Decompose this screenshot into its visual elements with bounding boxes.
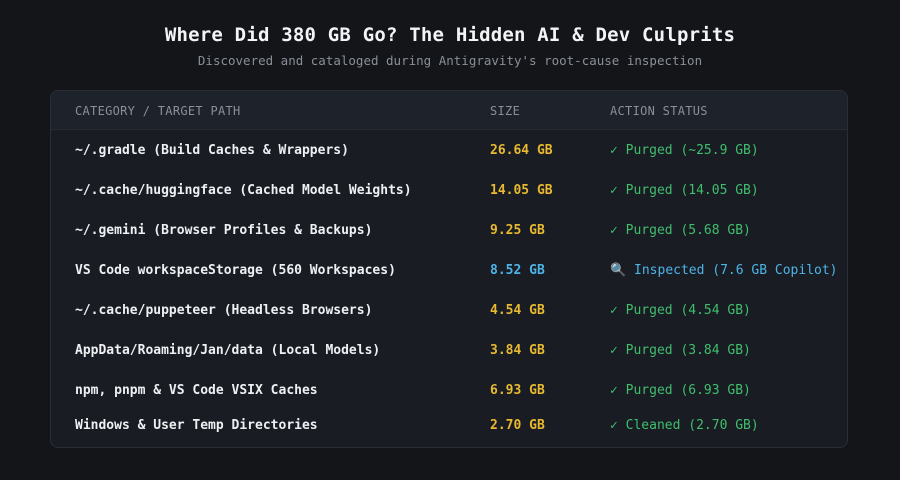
row-target-path: ~/.gradle (Build Caches & Wrappers) — [75, 143, 349, 158]
row-action-status: ✓ Purged (~25.9 GB) — [610, 143, 759, 158]
table-row: AppData/Roaming/Jan/data (Local Models) 3… — [51, 331, 847, 371]
column-header-size: SIZE — [490, 104, 521, 118]
row-size: 2.70 GB — [490, 418, 545, 433]
culprits-table: CATEGORY / TARGET PATH SIZE ACTION STATU… — [50, 90, 848, 448]
table-row: npm, pnpm & VS Code VSIX Caches 6.93 GB ✓ … — [51, 371, 847, 411]
row-action-status: ✓ Cleaned (2.70 GB) — [610, 418, 759, 433]
table-row: VS Code workspaceStorage (560 Workspaces… — [51, 251, 847, 291]
table-row: ~/.gradle (Build Caches & Wrappers) 26.64… — [51, 131, 847, 171]
row-size: 9.25 GB — [490, 223, 545, 238]
page-title: Where Did 380 GB Go? The Hidden AI & Dev… — [164, 24, 736, 46]
row-target-path: VS Code workspaceStorage (560 Workspaces… — [75, 263, 396, 278]
row-target-path: AppData/Roaming/Jan/data (Local Models) — [75, 343, 381, 358]
row-action-status: ✓ Purged (14.05 GB) — [610, 183, 759, 198]
row-target-path: ~/.gemini (Browser Profiles & Backups) — [75, 223, 373, 238]
row-size: 4.54 GB — [490, 303, 545, 318]
row-target-path: Windows & User Temp Directories — [75, 418, 318, 433]
page-subtitle: Discovered and cataloged during Antigrav… — [197, 53, 703, 68]
row-size: 6.93 GB — [490, 383, 545, 398]
table-row: ~/.gemini (Browser Profiles & Backups) 9.… — [51, 211, 847, 251]
row-size: 3.84 GB — [490, 343, 545, 358]
table-row: Windows & User Temp Directories 2.70 GB ✓ … — [51, 406, 847, 446]
table-row: ~/.cache/puppeteer (Headless Browsers) 4.… — [51, 291, 847, 331]
row-size: 8.52 GB — [490, 263, 545, 278]
row-target-path: ~/.cache/huggingface (Cached Model Weigh… — [75, 183, 412, 198]
column-header-status: ACTION STATUS — [610, 104, 708, 118]
row-size: 26.64 GB — [490, 143, 553, 158]
row-action-status: 🔍 Inspected (7.6 GB Copilot) — [610, 263, 838, 278]
row-action-status: ✓ Purged (3.84 GB) — [610, 343, 751, 358]
column-header-category: CATEGORY / TARGET PATH — [75, 104, 241, 118]
row-action-status: ✓ Purged (4.54 GB) — [610, 303, 751, 318]
row-size: 14.05 GB — [490, 183, 553, 198]
table-header: CATEGORY / TARGET PATH SIZE ACTION STATU… — [51, 91, 847, 130]
row-action-status: ✓ Purged (6.93 GB) — [610, 383, 751, 398]
row-target-path: npm, pnpm & VS Code VSIX Caches — [75, 383, 318, 398]
row-action-status: ✓ Purged (5.68 GB) — [610, 223, 751, 238]
table-row: ~/.cache/huggingface (Cached Model Weigh… — [51, 171, 847, 211]
row-target-path: ~/.cache/puppeteer (Headless Browsers) — [75, 303, 373, 318]
